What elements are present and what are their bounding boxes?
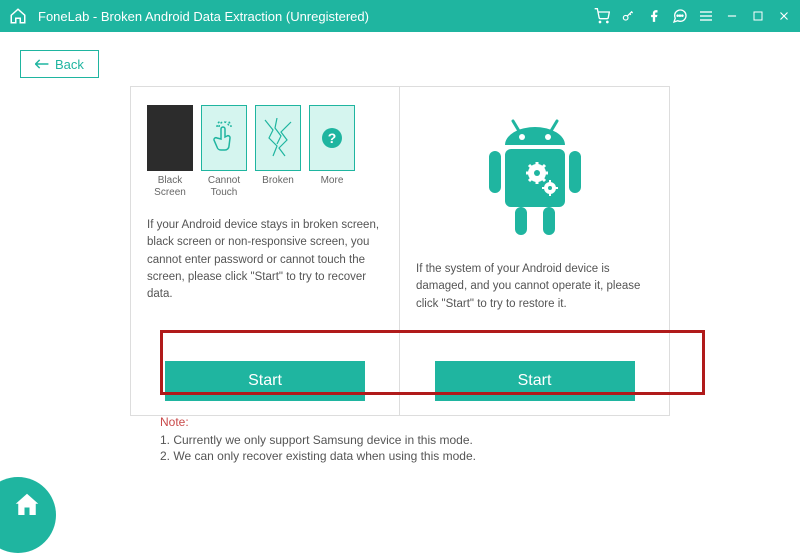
facebook-icon[interactable] <box>646 8 662 24</box>
svg-text:?: ? <box>328 130 337 146</box>
black-screen-label: BlackScreen <box>147 175 193 199</box>
feedback-icon[interactable] <box>672 8 688 24</box>
recovery-description: If your Android device stays in broken s… <box>147 217 383 303</box>
floating-home-button[interactable] <box>0 477 56 553</box>
start-recovery-button[interactable]: Start <box>165 361 365 401</box>
more-label: More <box>309 175 355 187</box>
cannot-touch-label: CannotTouch <box>201 175 247 199</box>
more-option[interactable]: ? More <box>309 105 355 199</box>
cannot-touch-icon <box>201 105 247 171</box>
app-title: FoneLab - Broken Android Data Extraction… <box>38 9 594 24</box>
back-label: Back <box>55 57 84 72</box>
note-title: Note: <box>160 415 476 429</box>
minimize-icon[interactable] <box>724 8 740 24</box>
black-screen-icon <box>147 105 193 171</box>
black-screen-option[interactable]: BlackScreen <box>147 105 193 199</box>
back-button[interactable]: Back <box>20 50 99 78</box>
titlebar: FoneLab - Broken Android Data Extraction… <box>0 0 800 32</box>
android-icon <box>416 113 653 243</box>
broken-option[interactable]: Broken <box>255 105 301 199</box>
broken-icon <box>255 105 301 171</box>
broken-label: Broken <box>255 175 301 187</box>
note-line-2: 2. We can only recover existing data whe… <box>160 449 476 463</box>
system-restore-panel: If the system of your Android device is … <box>400 86 670 416</box>
menu-icon[interactable] <box>698 8 714 24</box>
note-section: Note: 1. Currently we only support Samsu… <box>160 415 476 465</box>
cannot-touch-option[interactable]: CannotTouch <box>201 105 247 199</box>
data-recovery-panel: BlackScreen CannotTouch <box>130 86 400 416</box>
cart-icon[interactable] <box>594 8 610 24</box>
maximize-icon[interactable] <box>750 8 766 24</box>
key-icon[interactable] <box>620 8 636 24</box>
more-icon: ? <box>309 105 355 171</box>
restore-description: If the system of your Android device is … <box>416 261 653 313</box>
close-icon[interactable] <box>776 8 792 24</box>
titlebar-actions <box>594 8 792 24</box>
note-line-1: 1. Currently we only support Samsung dev… <box>160 433 476 447</box>
back-arrow-icon <box>35 56 49 72</box>
device-state-icons: BlackScreen CannotTouch <box>147 105 383 199</box>
home-icon[interactable] <box>8 6 28 26</box>
start-restore-button[interactable]: Start <box>435 361 635 401</box>
